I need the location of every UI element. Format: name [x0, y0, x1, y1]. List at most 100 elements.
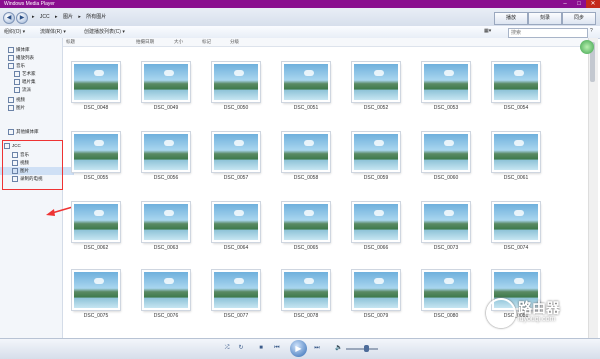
column-tags[interactable]: 标记 — [202, 39, 211, 45]
minimize-button[interactable]: – — [558, 0, 572, 8]
stop-icon[interactable]: ■ — [256, 343, 266, 353]
breadcrumb-item-all-pictures[interactable]: 所有图片 — [86, 14, 106, 20]
photo-tile[interactable]: DSC_0073 — [418, 202, 474, 251]
burn-tab[interactable]: 刻录 — [528, 12, 562, 25]
sidebar-item-other-libraries[interactable]: 其他媒体库 — [0, 128, 70, 136]
photo-tile[interactable]: DSC_0053 — [418, 62, 474, 111]
photo-tile[interactable]: DSC_0051 — [278, 62, 334, 111]
column-date-taken[interactable]: 拍摄日期 — [136, 39, 154, 45]
stream-menu[interactable]: 流媒体(R) ▾ — [40, 28, 66, 35]
photo-thumbnail[interactable] — [352, 270, 400, 310]
photo-thumbnail[interactable] — [282, 270, 330, 310]
sidebar-item-library[interactable]: 媒体库 — [0, 46, 70, 54]
photo-thumbnail[interactable] — [492, 132, 540, 172]
photo-tile[interactable]: DSC_0080 — [418, 270, 474, 319]
highlight-box — [2, 140, 63, 190]
photo-thumbnail[interactable] — [492, 62, 540, 102]
back-button[interactable]: ◀ — [3, 12, 15, 24]
photo-tile[interactable]: DSC_0062 — [68, 202, 124, 251]
photo-thumbnail[interactable] — [142, 132, 190, 172]
sidebar-item-videos[interactable]: 视频 — [0, 96, 70, 104]
photo-thumbnail[interactable] — [142, 62, 190, 102]
photo-tile[interactable]: DSC_0066 — [348, 202, 404, 251]
previous-icon[interactable]: ⏮ — [272, 343, 282, 353]
column-title[interactable]: 标题 — [66, 39, 75, 45]
vertical-scrollbar[interactable] — [588, 38, 598, 338]
photo-tile[interactable]: DSC_0055 — [68, 132, 124, 181]
thumbnail-cloud — [444, 70, 454, 76]
thumbnail-cloud — [234, 210, 244, 216]
create-playlist-menu[interactable]: 创建播放列表(C) ▾ — [84, 28, 125, 35]
play-button[interactable]: ▶ — [290, 340, 307, 357]
photo-thumbnail[interactable] — [352, 132, 400, 172]
volume-knob[interactable] — [364, 345, 369, 352]
photo-thumbnail[interactable] — [352, 62, 400, 102]
other-library-icon — [8, 128, 14, 135]
photo-tile[interactable]: DSC_0065 — [278, 202, 334, 251]
volume-slider[interactable] — [346, 348, 378, 350]
photo-thumbnail[interactable] — [212, 202, 260, 242]
photo-tile[interactable]: DSC_0059 — [348, 132, 404, 181]
maximize-button[interactable]: □ — [572, 0, 586, 8]
photo-tile[interactable]: DSC_0048 — [68, 62, 124, 111]
photo-thumbnail[interactable] — [352, 202, 400, 242]
sidebar-item-label: 艺术家 — [22, 71, 36, 76]
photo-thumbnail[interactable] — [422, 62, 470, 102]
photo-tile[interactable]: DSC_0074 — [488, 202, 544, 251]
next-icon[interactable]: ⏭ — [312, 343, 322, 353]
search-input[interactable]: 搜索 — [508, 28, 588, 38]
router-logo-icon — [486, 298, 516, 328]
photo-tile[interactable]: DSC_0058 — [278, 132, 334, 181]
photo-tile[interactable]: DSC_0078 — [278, 270, 334, 319]
photo-tile[interactable]: DSC_0060 — [418, 132, 474, 181]
play-tab[interactable]: 播放 — [494, 12, 528, 25]
photo-tile[interactable]: DSC_0064 — [208, 202, 264, 251]
breadcrumb-item-pictures[interactable]: 图片 — [63, 14, 73, 20]
photo-thumbnail[interactable] — [422, 202, 470, 242]
view-options-icon[interactable]: ▦▾ — [484, 28, 491, 34]
photo-thumbnail[interactable] — [142, 202, 190, 242]
photo-thumbnail[interactable] — [72, 132, 120, 172]
photo-tile[interactable]: DSC_0076 — [138, 270, 194, 319]
photo-thumbnail[interactable] — [72, 202, 120, 242]
photo-thumbnail[interactable] — [422, 132, 470, 172]
photo-thumbnail[interactable] — [282, 62, 330, 102]
sidebar-item-playlists[interactable]: 播放列表 — [0, 54, 70, 62]
photo-tile[interactable]: DSC_0077 — [208, 270, 264, 319]
forward-button[interactable]: ▶ — [16, 12, 28, 24]
photo-thumbnail[interactable] — [212, 270, 260, 310]
sync-tab[interactable]: 同步 — [562, 12, 596, 25]
photo-thumbnail[interactable] — [492, 202, 540, 242]
photo-tile[interactable]: DSC_0052 — [348, 62, 404, 111]
help-icon[interactable]: ? — [590, 28, 593, 34]
photo-tile[interactable]: DSC_0049 — [138, 62, 194, 111]
switch-to-now-playing-icon[interactable] — [580, 40, 594, 54]
photo-tile[interactable]: DSC_0063 — [138, 202, 194, 251]
photo-thumbnail[interactable] — [212, 62, 260, 102]
sidebar-item-pictures[interactable]: 图片 — [0, 104, 70, 112]
column-rating[interactable]: 分级 — [230, 39, 239, 45]
photo-tile[interactable]: DSC_0061 — [488, 132, 544, 181]
photo-thumbnail[interactable] — [212, 132, 260, 172]
photo-tile[interactable]: DSC_0056 — [138, 132, 194, 181]
photo-thumbnail[interactable] — [422, 270, 470, 310]
column-size[interactable]: 大小 — [174, 39, 183, 45]
close-button[interactable]: ✕ — [586, 0, 600, 8]
repeat-icon[interactable]: ↻ — [236, 343, 246, 353]
organize-menu[interactable]: 组织(O) ▾ — [4, 28, 25, 35]
photo-thumbnail[interactable] — [72, 62, 120, 102]
photo-tile[interactable]: DSC_0050 — [208, 62, 264, 111]
photo-tile[interactable]: DSC_0079 — [348, 270, 404, 319]
photo-thumbnail[interactable] — [282, 202, 330, 242]
photo-tile[interactable]: DSC_0057 — [208, 132, 264, 181]
thumbnail-cloud — [164, 140, 174, 146]
shuffle-icon[interactable]: ⤮ — [222, 343, 232, 353]
photo-thumbnail[interactable] — [142, 270, 190, 310]
photo-thumbnail[interactable] — [72, 270, 120, 310]
photo-tile[interactable]: DSC_0075 — [68, 270, 124, 319]
photo-tile[interactable]: DSC_0054 — [488, 62, 544, 111]
mute-icon[interactable]: 🔈 — [334, 343, 344, 353]
photo-thumbnail[interactable] — [282, 132, 330, 172]
sidebar-item-music[interactable]: 音乐 — [0, 62, 70, 70]
breadcrumb-item-user[interactable]: JCC — [40, 14, 50, 20]
